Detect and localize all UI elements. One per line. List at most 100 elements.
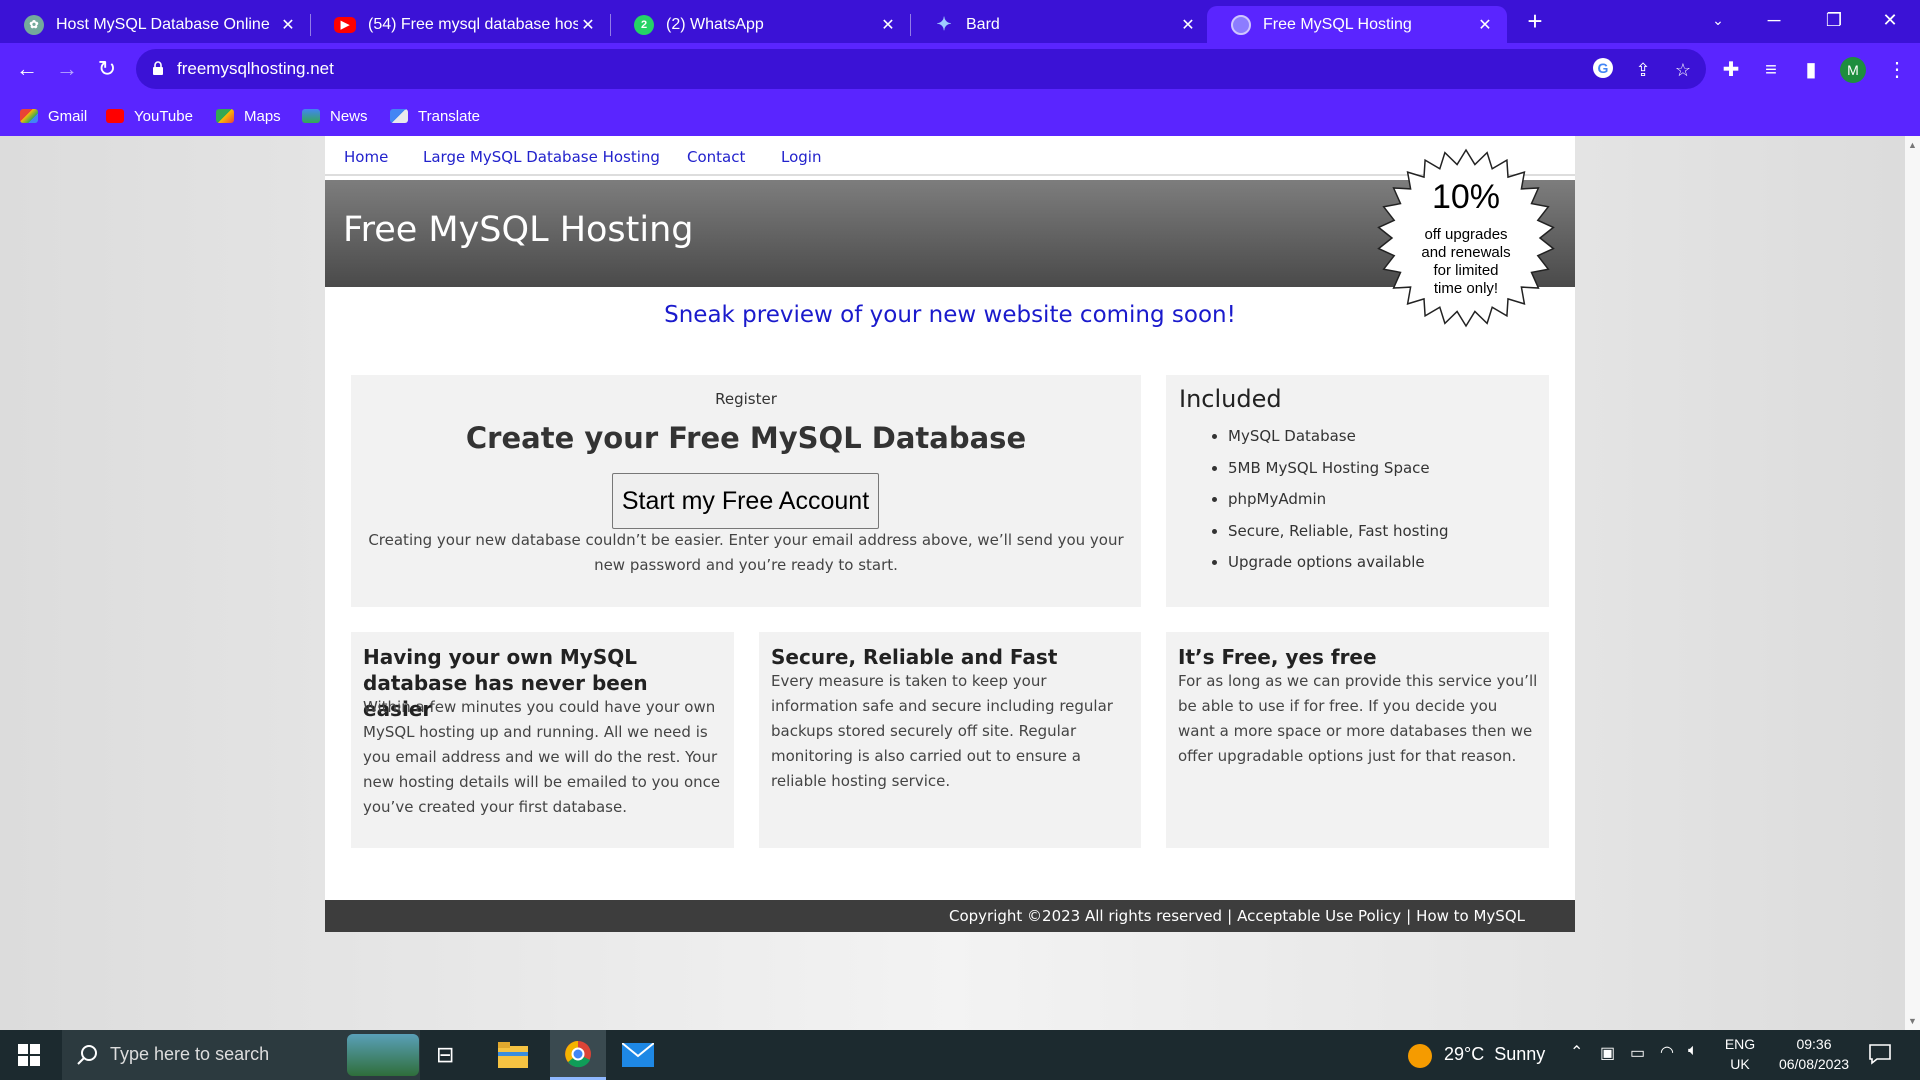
svg-text:G: G: [1598, 60, 1609, 76]
register-description: Creating your new database couldn’t be e…: [368, 531, 1124, 574]
nav-large-hosting[interactable]: Large MySQL Database Hosting: [423, 148, 660, 166]
menu-kebab-icon[interactable]: ⋮: [1882, 55, 1912, 85]
address-bar[interactable]: freemysqlhosting.net G ⇪ ☆: [136, 49, 1706, 89]
card-title: It’s Free, yes free: [1178, 645, 1377, 669]
translate-icon: [390, 109, 408, 123]
wifi-icon[interactable]: ◠: [1660, 1042, 1674, 1062]
list-item: MySQL Database: [1228, 427, 1449, 459]
nav-home[interactable]: Home: [344, 148, 388, 166]
news-icon: [302, 109, 320, 123]
language-indicator[interactable]: ENG UK: [1720, 1034, 1760, 1074]
tab-free-mysql-hosting[interactable]: Free MySQL Hosting ✕: [1207, 6, 1507, 43]
whatsapp-badge: 2: [640, 18, 648, 31]
included-panel: Included MySQL Database 5MB MySQL Hostin…: [1166, 375, 1549, 607]
chatgpt-icon: ✿: [24, 14, 44, 35]
close-tab-icon[interactable]: ✕: [278, 15, 298, 35]
bard-icon: ✦: [936, 14, 952, 34]
list-item: 5MB MySQL Hosting Space: [1228, 459, 1449, 491]
google-icon[interactable]: G: [1590, 57, 1616, 83]
clock[interactable]: 09:36 06/08/2023: [1764, 1034, 1864, 1074]
volume-icon[interactable]: 🔈︎: [1688, 1042, 1698, 1060]
back-button[interactable]: ←: [11, 53, 43, 85]
tab-bard[interactable]: ✦ Bard ✕: [910, 6, 1210, 43]
tagline: Sneak preview of your new website coming…: [664, 302, 1236, 328]
media-control-icon[interactable]: ≡: [1756, 55, 1786, 85]
notification-center-icon[interactable]: [1868, 1042, 1892, 1071]
footer-link-how-to[interactable]: How to MySQL: [1416, 907, 1525, 925]
restore-button[interactable]: ❐: [1806, 0, 1862, 40]
card-text: Within a few minutes you could have your…: [363, 698, 721, 816]
nav-contact[interactable]: Contact: [687, 148, 745, 166]
copyright-text: Copyright ©2023 All rights reserved: [948, 907, 1223, 925]
mail-icon[interactable]: [621, 1042, 655, 1072]
url-text: freemysqlhosting.net: [177, 59, 334, 78]
tab-host-mysql[interactable]: ✿ Host MySQL Database Online ✕: [0, 6, 310, 43]
bookmark-label: Maps: [244, 107, 281, 125]
bookmark-news[interactable]: News: [302, 104, 368, 128]
extensions-icon[interactable]: ✚: [1716, 55, 1746, 85]
bookmark-gmail[interactable]: Gmail: [20, 104, 87, 128]
bookmark-maps[interactable]: Maps: [216, 104, 281, 128]
bookmark-youtube[interactable]: YouTube: [106, 104, 193, 128]
register-label: Register: [715, 390, 777, 408]
minimize-button[interactable]: ─: [1746, 0, 1802, 40]
close-tab-icon[interactable]: ✕: [1475, 15, 1495, 35]
globe-icon: [1231, 14, 1251, 35]
windows-start-button[interactable]: [18, 1044, 40, 1071]
promo-percent: 10%: [1431, 178, 1501, 216]
close-window-button[interactable]: ✕: [1862, 0, 1918, 40]
gmail-icon: [20, 109, 38, 123]
tab-title: Bard: [966, 15, 1000, 33]
footer-link-aup[interactable]: Acceptable Use Policy: [1237, 907, 1401, 925]
side-panel-icon[interactable]: ▮: [1796, 55, 1826, 85]
tab-title: Free MySQL Hosting: [1263, 15, 1412, 33]
bookmark-star-icon[interactable]: ☆: [1670, 57, 1696, 83]
close-tab-icon[interactable]: ✕: [1178, 15, 1198, 35]
clock-time: 09:36: [1796, 1036, 1832, 1052]
vertical-scrollbar[interactable]: ▲ ▼: [1905, 136, 1920, 1030]
promo-line: off upgrades: [1424, 226, 1508, 243]
bookmark-label: Gmail: [48, 107, 88, 125]
search-placeholder: Type here to search: [110, 1044, 270, 1064]
reload-button[interactable]: ↻: [91, 53, 123, 85]
footer-separator: |: [1406, 907, 1412, 925]
start-free-account-button[interactable]: Start my Free Account: [612, 473, 879, 529]
language-code: ENG: [1724, 1036, 1756, 1052]
weather-sun-icon[interactable]: [1408, 1044, 1432, 1068]
whatsapp-icon: 2: [634, 14, 654, 35]
show-hidden-icons-chevron[interactable]: ⌃: [1570, 1042, 1583, 1062]
tab-youtube[interactable]: ▶ (54) Free mysql database hosting ✕: [310, 6, 610, 43]
bookmarks-bar: Gmail YouTube Maps News Translate: [0, 96, 1920, 136]
scroll-down-icon[interactable]: ▼: [1908, 1016, 1917, 1026]
bookmark-translate[interactable]: Translate: [390, 104, 480, 128]
register-title: Create your Free MySQL Database: [465, 421, 1027, 455]
task-view-icon[interactable]: ⊟: [436, 1042, 454, 1068]
profile-avatar[interactable]: M: [1840, 57, 1866, 83]
nav-login[interactable]: Login: [781, 148, 821, 166]
windows-logo-icon: [18, 1044, 40, 1066]
file-explorer-icon[interactable]: [498, 1042, 528, 1073]
included-title: Included: [1179, 385, 1282, 413]
chrome-taskbar-button[interactable]: [550, 1030, 606, 1080]
promo-line: time only!: [1433, 280, 1499, 297]
tab-title: (2) WhatsApp: [666, 15, 764, 33]
promo-badge: 10% off upgrades and renewals for limite…: [1376, 148, 1556, 328]
card-text: For as long as we can provide this servi…: [1178, 672, 1538, 765]
close-tab-icon[interactable]: ✕: [878, 15, 898, 35]
weather-text[interactable]: 29°C Sunny: [1444, 1044, 1545, 1065]
site-footer: Copyright ©2023 All rights reserved | Ac…: [325, 900, 1575, 932]
share-icon[interactable]: ⇪: [1630, 57, 1656, 83]
forward-button[interactable]: →: [51, 53, 83, 85]
battery-icon[interactable]: ▭: [1630, 1043, 1645, 1063]
taskbar-search[interactable]: Type here to search: [62, 1030, 420, 1080]
bookmark-label: YouTube: [134, 107, 193, 125]
tab-search-chevron-icon[interactable]: ⌄: [1690, 0, 1746, 40]
browser-toolbar: ← → ↻ freemysqlhosting.net G ⇪ ☆ ✚ ≡ ▮ M…: [0, 43, 1920, 96]
scroll-up-icon[interactable]: ▲: [1908, 140, 1917, 150]
new-tab-button[interactable]: +: [1520, 6, 1550, 38]
meet-now-icon[interactable]: ▣: [1600, 1043, 1615, 1063]
tab-whatsapp[interactable]: 2 (2) WhatsApp ✕: [610, 6, 910, 43]
close-tab-icon[interactable]: ✕: [578, 15, 598, 35]
site-title: Free MySQL Hosting: [343, 210, 694, 250]
search-highlight-image: [347, 1034, 419, 1076]
